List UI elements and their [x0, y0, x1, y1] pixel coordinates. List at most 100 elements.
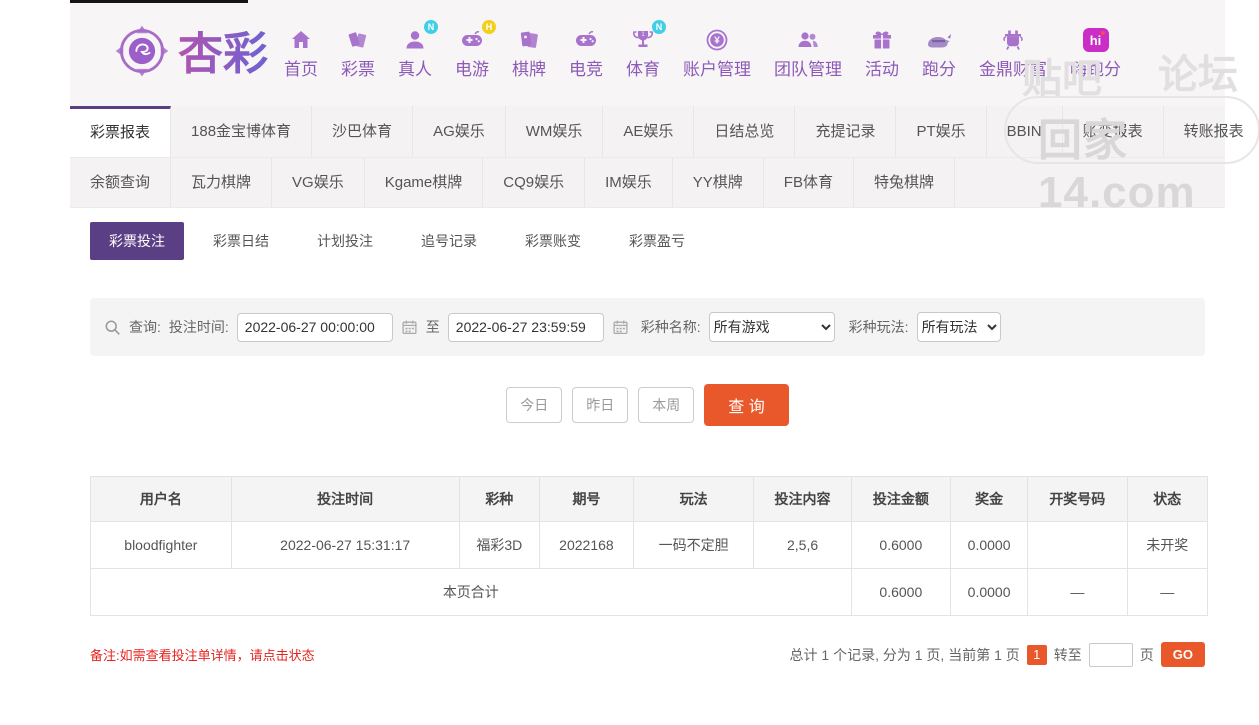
pagination-summary: 总计 1 个记录, 分为 1 页, 当前第 1 页	[789, 646, 1020, 663]
tab-transfer-report[interactable]: 转账报表	[1164, 106, 1259, 157]
col-status: 状态	[1126, 476, 1209, 522]
nav-item-account-management[interactable]: ¥ 账户管理	[683, 26, 751, 80]
table-row: bloodfighter 2022-06-27 15:31:17 福彩3D 20…	[90, 521, 1209, 569]
svg-text:¥: ¥	[714, 36, 720, 47]
rhino-icon	[924, 26, 954, 52]
tab-yy[interactable]: YY棋牌	[673, 158, 764, 207]
subtab-lottery-profit-loss[interactable]: 彩票盈亏	[610, 222, 704, 260]
home-icon	[288, 26, 314, 52]
tab-ae[interactable]: AE娱乐	[603, 106, 695, 157]
nav-label: 电游	[455, 60, 490, 79]
nav-item-jinding-wealth[interactable]: 金鼎财富	[979, 26, 1047, 80]
tab-daily-overview[interactable]: 日结总览	[694, 106, 796, 157]
nav-label: 活动	[865, 60, 900, 79]
nav-item-hi-paofen[interactable]: hi 嗨跑分	[1070, 26, 1121, 80]
tab-pt[interactable]: PT娱乐	[896, 106, 987, 157]
cell-lottery-type: 福彩3D	[458, 521, 541, 569]
main-nav: 首页 彩票 N 真人 H 电游 棋牌 电竞 1 N 体育 ¥ 账户管理 团队管理…	[284, 20, 1121, 80]
subtab-lottery-bets[interactable]: 彩票投注	[90, 222, 184, 260]
nav-label: 首页	[284, 60, 319, 79]
current-page-button[interactable]: 1	[1026, 644, 1047, 665]
tab-tetu[interactable]: 特兔棋牌	[854, 158, 955, 207]
tab-vg[interactable]: VG娱乐	[272, 158, 365, 207]
tab-wm[interactable]: WM娱乐	[506, 106, 604, 157]
tab-shaba-sports[interactable]: 沙巴体育	[312, 106, 414, 157]
nav-label: 电竞	[569, 60, 604, 79]
tab-deposit-withdraw[interactable]: 充提记录	[795, 106, 897, 157]
col-prize: 奖金	[950, 476, 1029, 522]
cell-bet-content: 2,5,6	[753, 521, 852, 569]
search-button[interactable]: 查 询	[704, 384, 789, 426]
hi-app-icon: hi	[1082, 26, 1109, 52]
go-button[interactable]: GO	[1160, 642, 1205, 667]
bet-time-from-input[interactable]	[236, 312, 393, 342]
content-shell: 杏彩 首页 彩票 N 真人 H 电游 棋牌 电竞 1 N 体育 ¥ 账户管理 团…	[70, 0, 1244, 667]
site-logo[interactable]: 杏彩	[112, 22, 268, 85]
summary-draw-dash: —	[1027, 568, 1128, 616]
subtab-plan-bets[interactable]: 计划投注	[298, 222, 392, 260]
bet-time-to-input[interactable]	[447, 312, 604, 342]
nav-label: 团队管理	[774, 60, 843, 79]
game-name-select[interactable]: 所有游戏	[708, 312, 835, 342]
trophy-icon: 1 N	[630, 20, 667, 52]
calendar-icon[interactable]	[612, 319, 629, 335]
page-unit-label: 页	[1139, 646, 1154, 663]
summary-bet-total: 0.6000	[850, 568, 952, 616]
goto-page-input[interactable]	[1088, 642, 1133, 667]
nav-badge: N	[652, 20, 667, 34]
tab-fb-sports[interactable]: FB体育	[764, 158, 854, 207]
today-button[interactable]: 今日	[506, 387, 563, 423]
cell-username: bloodfighter	[90, 521, 232, 569]
game-name-label: 彩种名称:	[640, 319, 701, 335]
tab-balance-query[interactable]: 余额查询	[70, 158, 172, 207]
nav-item-paofen[interactable]: 跑分	[922, 26, 956, 80]
esports-gamepad-icon	[572, 26, 600, 52]
play-type-select[interactable]: 所有玩法	[916, 312, 1001, 342]
search-icon	[104, 319, 121, 336]
summary-status-dash: —	[1126, 568, 1209, 616]
tab-cq9[interactable]: CQ9娱乐	[483, 158, 586, 207]
nav-item-lottery[interactable]: 彩票	[341, 26, 375, 80]
calendar-icon[interactable]	[401, 319, 418, 335]
col-bet-amount: 投注金额	[850, 476, 952, 522]
nav-label: 账户管理	[683, 60, 752, 79]
tab-188-sports[interactable]: 188金宝博体育	[171, 106, 313, 157]
tab-ag[interactable]: AG娱乐	[413, 106, 506, 157]
cell-bet-amount: 0.6000	[850, 521, 952, 569]
tab-lottery-report[interactable]: 彩票报表	[70, 106, 172, 157]
gift-icon	[869, 26, 895, 52]
tab-wali[interactable]: 瓦力棋牌	[171, 158, 273, 207]
cell-status-link[interactable]: 未开奖	[1126, 521, 1209, 569]
tab-kgame[interactable]: Kgame棋牌	[365, 158, 484, 207]
nav-item-esports[interactable]: 电竞	[569, 26, 603, 80]
tab-bbin[interactable]: BBIN	[987, 106, 1063, 157]
nav-item-live[interactable]: N 真人	[398, 20, 439, 80]
top-navigation: 杏彩 首页 彩票 N 真人 H 电游 棋牌 电竞 1 N 体育 ¥ 账户管理 团…	[70, 0, 1225, 106]
nav-badge: H	[482, 20, 497, 34]
query-label: 查询:	[129, 319, 161, 335]
subtab-chase-records[interactable]: 追号记录	[402, 222, 496, 260]
bottom-bar: 备注:如需查看投注单详情，请点击状态 总计 1 个记录, 分为 1 页, 当前第…	[90, 642, 1205, 667]
coin-icon: ¥	[704, 26, 730, 52]
nav-item-sports[interactable]: 1 N 体育	[626, 20, 667, 80]
nav-item-team-management[interactable]: 团队管理	[774, 26, 842, 80]
report-tabs-row2: 余额查询 瓦力棋牌 VG娱乐 Kgame棋牌 CQ9娱乐 IM娱乐 YY棋牌 F…	[70, 158, 1225, 208]
logo-text: 杏彩	[178, 27, 269, 79]
tripod-icon	[1000, 26, 1026, 52]
subtab-lottery-daily[interactable]: 彩票日结	[194, 222, 288, 260]
tab-account-change-report[interactable]: 账变报表	[1063, 106, 1164, 157]
table-header-row: 用户名 投注时间 彩种 期号 玩法 投注内容 投注金额 奖金 开奖号码 状态	[90, 476, 1209, 522]
cards-icon	[516, 26, 542, 52]
tab-im[interactable]: IM娱乐	[585, 158, 673, 207]
subtab-lottery-account-change[interactable]: 彩票账变	[506, 222, 600, 260]
col-bet-content: 投注内容	[753, 476, 852, 522]
nav-item-activities[interactable]: 活动	[865, 26, 899, 80]
week-button[interactable]: 本周	[638, 387, 695, 423]
egame-gamepad-icon: H	[458, 20, 497, 52]
nav-item-boardgames[interactable]: 棋牌	[512, 26, 546, 80]
nav-item-home[interactable]: 首页	[284, 26, 318, 80]
nav-item-egame[interactable]: H 电游	[455, 20, 497, 80]
yesterday-button[interactable]: 昨日	[572, 387, 629, 423]
nav-label: 嗨跑分	[1070, 60, 1122, 79]
col-play-type: 玩法	[632, 476, 755, 522]
